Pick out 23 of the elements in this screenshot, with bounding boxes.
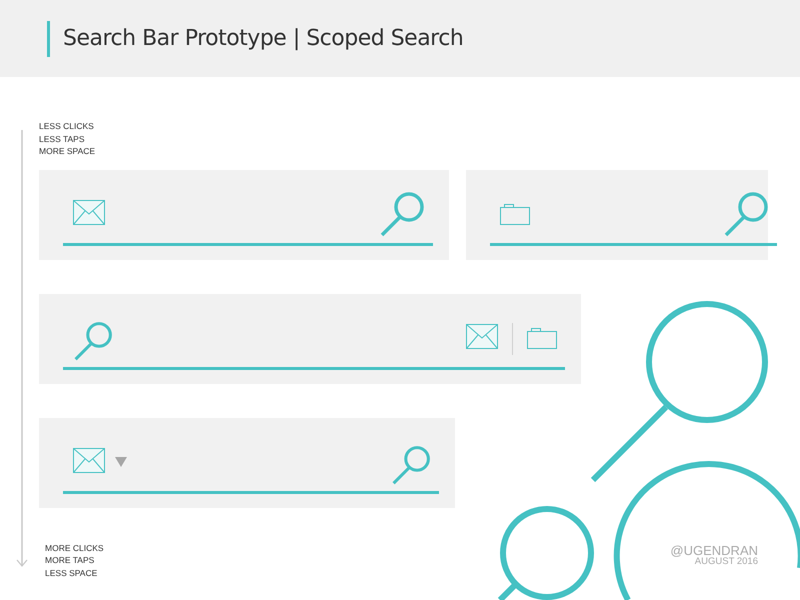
dropdown-caret-icon[interactable] — [115, 456, 127, 466]
note-text: LESS CLICKS — [39, 120, 95, 132]
note-text: MORE CLICKS — [45, 542, 104, 554]
search-icon[interactable] — [723, 190, 769, 236]
search-field[interactable] — [63, 320, 565, 370]
page-title: Search Bar Prototype | Scoped Search — [63, 26, 464, 51]
search-field[interactable] — [63, 190, 433, 246]
search-icon[interactable] — [379, 190, 425, 236]
envelope-icon[interactable] — [73, 448, 105, 472]
author-handle: @UGENDRAN — [670, 544, 758, 557]
date-text: AUGUST 2016 — [694, 557, 758, 567]
briefcase-icon[interactable] — [527, 326, 557, 348]
note-text: MORE SPACE — [39, 145, 96, 158]
note-text: LESS SPACE — [45, 566, 98, 579]
search-icon[interactable] — [391, 444, 431, 484]
briefcase-icon[interactable] — [500, 202, 530, 224]
search-field[interactable] — [63, 444, 439, 494]
search-icon[interactable] — [73, 320, 113, 360]
note-text: LESS TAPS — [39, 132, 86, 145]
envelope-icon[interactable] — [73, 200, 105, 224]
envelope-icon[interactable] — [466, 324, 498, 348]
search-field[interactable] — [490, 190, 777, 246]
note-text: MORE TAPS — [45, 554, 96, 566]
